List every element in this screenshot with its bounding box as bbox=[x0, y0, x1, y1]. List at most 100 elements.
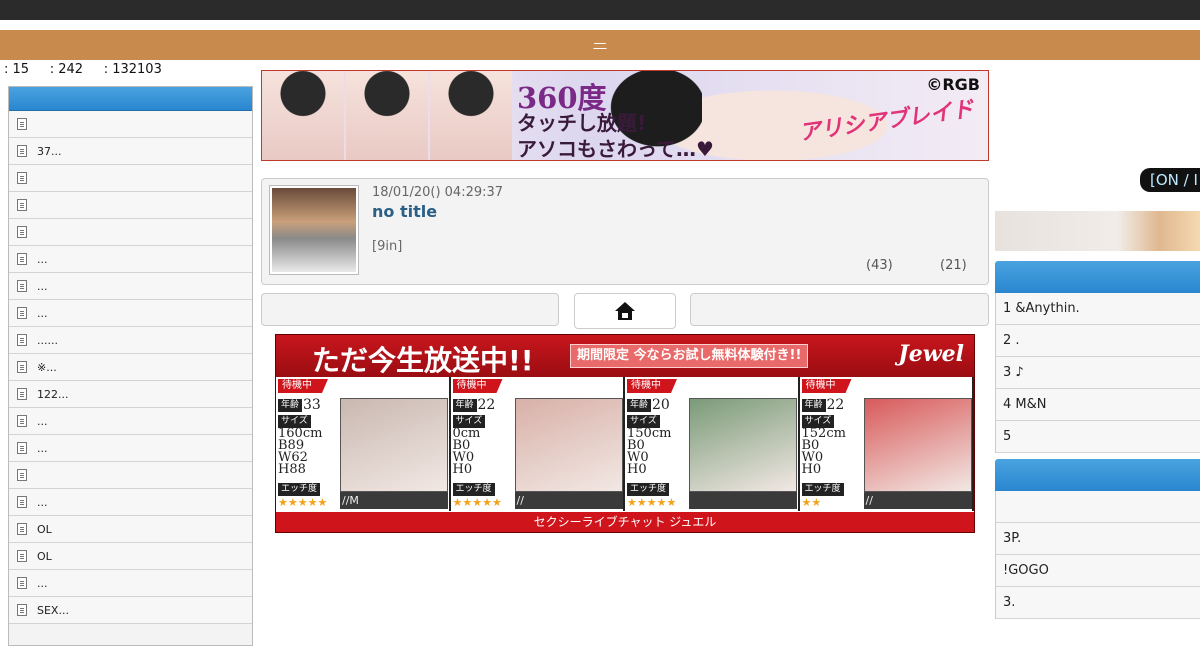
sidebar-item-label: ... bbox=[37, 252, 48, 266]
performer-photo[interactable] bbox=[340, 398, 448, 492]
performer-spec: 150cm B0 W0 H0 bbox=[627, 426, 672, 477]
sidebar-item[interactable]: ... bbox=[9, 273, 252, 300]
rating-stars: ★★ bbox=[801, 496, 822, 509]
document-icon bbox=[17, 199, 27, 211]
list-item[interactable] bbox=[996, 491, 1200, 523]
sidebar-item[interactable]: ...... bbox=[9, 327, 252, 354]
performer-photo[interactable] bbox=[863, 398, 972, 492]
post-meta: [9in] bbox=[372, 239, 403, 254]
post-count: (43) bbox=[866, 258, 893, 273]
sidebar-item[interactable]: ... bbox=[9, 435, 252, 462]
banner-figure bbox=[346, 71, 428, 160]
sidebar-item-label: ... bbox=[37, 306, 48, 320]
list-item[interactable]: 3 ♪ bbox=[996, 357, 1200, 389]
document-icon bbox=[17, 388, 27, 400]
sidebar-item-label: OL bbox=[37, 549, 52, 563]
status-tag: 待機中 bbox=[278, 379, 328, 393]
status-tag: 待機中 bbox=[627, 379, 677, 393]
performer-caption: // bbox=[863, 492, 972, 509]
sidebar-item[interactable] bbox=[9, 165, 252, 192]
sidebar-item-label: 37... bbox=[37, 144, 62, 158]
site-header: — bbox=[0, 30, 1200, 60]
sidebar-header bbox=[9, 87, 252, 111]
site-stats: : 15 : 242 : 132103 bbox=[4, 62, 162, 77]
list-item[interactable]: 2 . bbox=[996, 325, 1200, 357]
sidebar-item[interactable]: ※... bbox=[9, 354, 252, 381]
sidebar-item[interactable]: 122... bbox=[9, 381, 252, 408]
document-icon bbox=[17, 307, 27, 319]
sidebar-item[interactable]: OL bbox=[9, 543, 252, 570]
live-ad-footer[interactable]: セクシーライブチャット ジュエル bbox=[276, 511, 974, 532]
performer-spec: 160cm B89 W62 H88 bbox=[278, 426, 323, 477]
list-item[interactable]: 3. bbox=[996, 587, 1200, 619]
performer-spec: 152cm B0 W0 H0 bbox=[801, 426, 846, 477]
ad-banner[interactable]: 360度 タッチし放題! アソコもさわって…♥ ©RGB アリシアブレイド bbox=[261, 70, 989, 161]
thumbnail-image bbox=[272, 188, 356, 272]
sidebar-item[interactable]: ... bbox=[9, 300, 252, 327]
sidebar-item[interactable]: 37... bbox=[9, 138, 252, 165]
performer-card[interactable]: 待機中 年齢 33 サイズ 160cm B89 W62 H88 エッチ度 ★★★★★//M bbox=[276, 377, 451, 511]
sidebar-item[interactable]: ... bbox=[9, 246, 252, 273]
sidebar-item-label: ... bbox=[37, 441, 48, 455]
age-label: 年齢 bbox=[801, 399, 826, 412]
performer-photo[interactable] bbox=[514, 398, 623, 492]
on-badge[interactable]: [ON / I bbox=[1140, 168, 1200, 192]
performer-caption: //M bbox=[340, 492, 448, 509]
sidebar-item-label: ... bbox=[37, 279, 48, 293]
sidebar-item[interactable]: ... bbox=[9, 408, 252, 435]
site-title[interactable]: — bbox=[0, 36, 1200, 51]
performer-age: 22 bbox=[477, 397, 496, 413]
document-icon bbox=[17, 280, 27, 292]
sidebar-item-label: ... bbox=[37, 414, 48, 428]
sidebar-item-label: ... bbox=[37, 495, 48, 509]
document-icon bbox=[17, 604, 27, 616]
list-item[interactable]: 5 bbox=[996, 421, 1200, 453]
performer-photo[interactable] bbox=[689, 398, 797, 492]
performer-card[interactable]: 待機中 年齢 22 サイズ 152cm B0 W0 H0 エッチ度 ★★// bbox=[799, 377, 974, 511]
status-tag: 待機中 bbox=[452, 379, 503, 393]
performer-age: 20 bbox=[652, 397, 670, 413]
list-item[interactable]: !GOGO bbox=[996, 555, 1200, 587]
banner-copyright: ©RGB bbox=[926, 75, 980, 94]
list-item[interactable]: 1 &Anythin. bbox=[996, 293, 1200, 325]
sidebar-item[interactable]: OL bbox=[9, 516, 252, 543]
sidebar-item[interactable] bbox=[9, 192, 252, 219]
age-label: 年齢 bbox=[278, 399, 303, 412]
sidebar-item[interactable] bbox=[9, 219, 252, 246]
document-icon bbox=[17, 496, 27, 508]
document-icon bbox=[17, 361, 27, 373]
sidebar-item[interactable]: SEX... bbox=[9, 597, 252, 624]
live-ad-sub: 期間限定 今ならお試し無料体験付き!! bbox=[570, 344, 809, 368]
post-card[interactable]: 18/01/20() 04:29:37 no title [9in] (43) … bbox=[261, 178, 989, 285]
sidebar-item-label: SEX... bbox=[37, 603, 69, 617]
prev-button[interactable] bbox=[261, 293, 559, 326]
banner-figure bbox=[262, 71, 344, 160]
sidebar-item[interactable] bbox=[9, 462, 252, 489]
ranking-list: 1 &Anythin. 2 .3 ♪ 4 M&N 5 bbox=[995, 293, 1200, 453]
next-button[interactable] bbox=[690, 293, 989, 326]
document-icon bbox=[17, 577, 27, 589]
live-chat-ad[interactable]: ただ今生放送中!! 期間限定 今ならお試し無料体験付き!! Jewel 待機中年… bbox=[275, 334, 975, 533]
rating-stars: ★★★★★ bbox=[278, 496, 328, 509]
rating-stars: ★★★★★ bbox=[627, 496, 677, 509]
sidebar-item[interactable]: ... bbox=[9, 489, 252, 516]
sidebar-item[interactable] bbox=[9, 111, 252, 138]
document-icon bbox=[17, 253, 27, 265]
top-bar bbox=[0, 0, 1200, 20]
list-item[interactable]: 4 M&N bbox=[996, 389, 1200, 421]
home-button[interactable] bbox=[574, 293, 676, 329]
sidebar-item-label: ...... bbox=[37, 333, 58, 347]
performer-age: 33 bbox=[303, 397, 321, 413]
banner-figure bbox=[430, 71, 512, 160]
performer-card[interactable]: 待機中 年齢 22 サイズ 0cm B0 W0 H0 エッチ度 ★★★★★// bbox=[450, 377, 625, 511]
post-title[interactable]: no title bbox=[372, 202, 437, 221]
topic-list: 3P. !GOGO 3. bbox=[995, 491, 1200, 619]
performer-card[interactable]: 待機中 年齢 20 サイズ 150cm B0 W0 H0 エッチ度 ★★★★★ bbox=[625, 377, 800, 511]
sidebar-item[interactable]: ... bbox=[9, 570, 252, 597]
right-image[interactable] bbox=[995, 211, 1200, 251]
sidebar-item-label: ※... bbox=[37, 360, 57, 374]
ecchi-label: エッチ度 bbox=[801, 483, 844, 496]
ecchi-label: エッチ度 bbox=[452, 483, 495, 496]
list-item[interactable]: 3P. bbox=[996, 523, 1200, 555]
post-thumbnail[interactable] bbox=[269, 185, 359, 275]
